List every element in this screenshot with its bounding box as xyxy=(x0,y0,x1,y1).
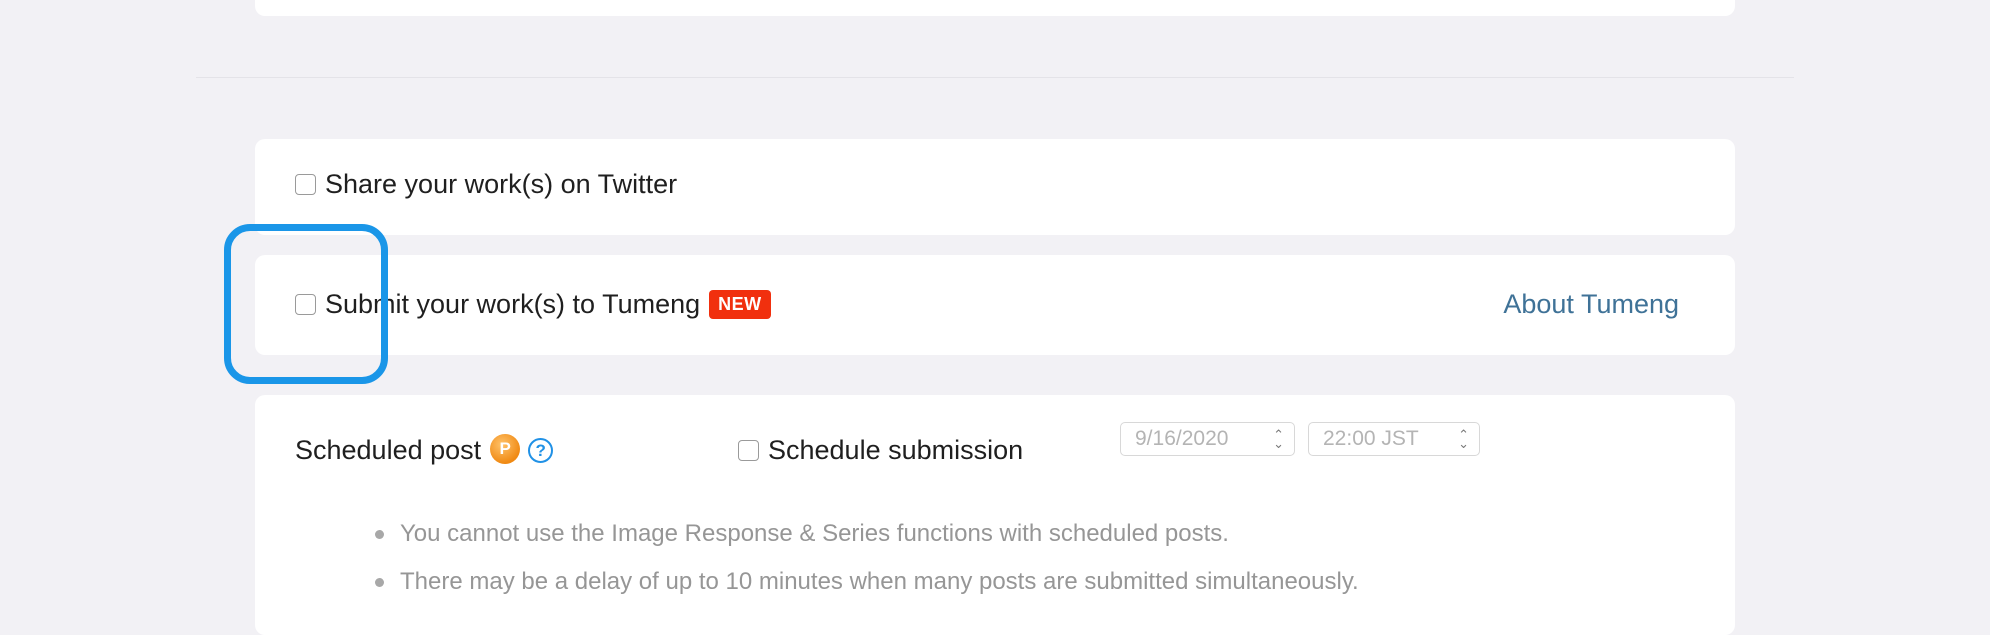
tumeng-submit-card: Submit your work(s) to Tumeng NEW About … xyxy=(255,255,1735,355)
schedule-time-input[interactable]: 22:00 JST ⌃ ⌄ xyxy=(1308,422,1480,456)
tumeng-submit-checkbox[interactable] xyxy=(295,294,316,315)
about-tumeng-link[interactable]: About Tumeng xyxy=(1503,289,1679,320)
list-item: There may be a delay of up to 10 minutes… xyxy=(375,558,1359,606)
previous-section-card xyxy=(255,0,1735,16)
scheduled-post-notes: You cannot use the Image Response & Seri… xyxy=(375,510,1359,606)
twitter-share-card: Share your work(s) on Twitter xyxy=(255,139,1735,235)
tumeng-submit-label[interactable]: Submit your work(s) to Tumeng xyxy=(325,289,700,320)
help-question-icon[interactable]: ? xyxy=(528,438,554,463)
up-down-chevron-icon[interactable]: ⌃ ⌄ xyxy=(1273,428,1284,450)
scheduled-post-title: Scheduled post xyxy=(295,435,482,465)
bullet-icon xyxy=(375,577,384,587)
scheduled-post-header: Scheduled post P ? xyxy=(295,433,554,466)
schedule-date-value: 9/16/2020 xyxy=(1135,427,1229,450)
twitter-share-option[interactable]: Share your work(s) on Twitter xyxy=(295,169,677,200)
up-down-chevron-icon[interactable]: ⌃ ⌄ xyxy=(1458,428,1469,450)
schedule-submission-checkbox[interactable] xyxy=(738,440,759,461)
new-badge: NEW xyxy=(709,290,771,319)
twitter-share-label[interactable]: Share your work(s) on Twitter xyxy=(325,169,677,200)
note-text: You cannot use the Image Response & Seri… xyxy=(400,520,1229,547)
schedule-submission-option[interactable]: Schedule submission xyxy=(738,435,1023,466)
schedule-date-input[interactable]: 9/16/2020 ⌃ ⌄ xyxy=(1120,422,1295,456)
premium-p-icon: P xyxy=(490,433,521,464)
bullet-icon xyxy=(375,529,384,539)
list-item: You cannot use the Image Response & Seri… xyxy=(375,510,1359,558)
note-text: There may be a delay of up to 10 minutes… xyxy=(400,568,1359,595)
scheduled-post-card: Scheduled post P ? Schedule submission 9… xyxy=(255,395,1735,635)
schedule-submission-label[interactable]: Schedule submission xyxy=(768,435,1023,466)
schedule-time-value: 22:00 JST xyxy=(1323,427,1419,450)
section-divider xyxy=(196,77,1794,78)
tumeng-submit-option[interactable]: Submit your work(s) to Tumeng NEW xyxy=(295,289,771,320)
twitter-share-checkbox[interactable] xyxy=(295,174,316,195)
